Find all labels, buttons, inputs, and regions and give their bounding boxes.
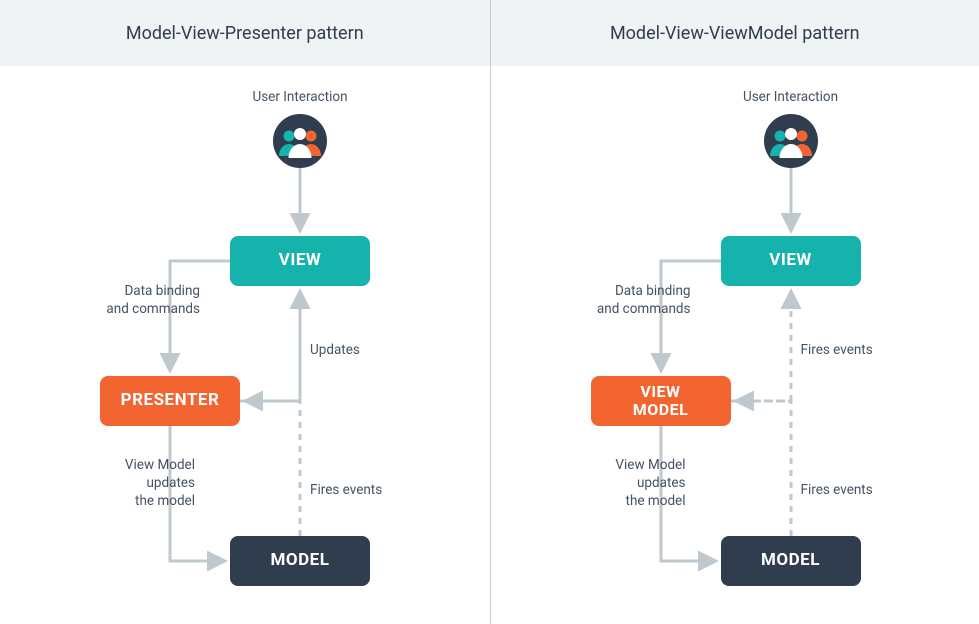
mvp-column: Model-View-Presenter pattern User Intera… (0, 0, 490, 624)
box-view: VIEW (721, 236, 861, 286)
label-data-binding: Data bindingand commands (80, 282, 200, 318)
label-vm-updates: View Modelupdatesthe model (566, 456, 686, 511)
label-user-interaction: User Interaction (245, 88, 355, 106)
label-data-binding: Data bindingand commands (571, 282, 691, 318)
users-icon (764, 114, 818, 168)
label-updates: Updates (310, 341, 360, 359)
box-model: MODEL (230, 536, 370, 586)
mvvm-column: Model-View-ViewModel pattern User Intera… (490, 0, 979, 624)
box-model: MODEL (721, 536, 861, 586)
label-vm-updates: View Modelupdatesthe model (75, 456, 195, 511)
mvvm-title: Model-View-ViewModel pattern (491, 0, 979, 66)
box-middle: VIEWMODEL (591, 376, 731, 426)
label-fires-events: Fires events (801, 481, 873, 499)
mvp-title: Model-View-Presenter pattern (0, 0, 490, 66)
label-user-interaction: User Interaction (736, 88, 846, 106)
label-fires-events: Fires events (310, 481, 382, 499)
users-icon (273, 114, 327, 168)
box-middle: PRESENTER (100, 376, 240, 426)
box-view: VIEW (230, 236, 370, 286)
label-updates: Fires events (801, 341, 873, 359)
